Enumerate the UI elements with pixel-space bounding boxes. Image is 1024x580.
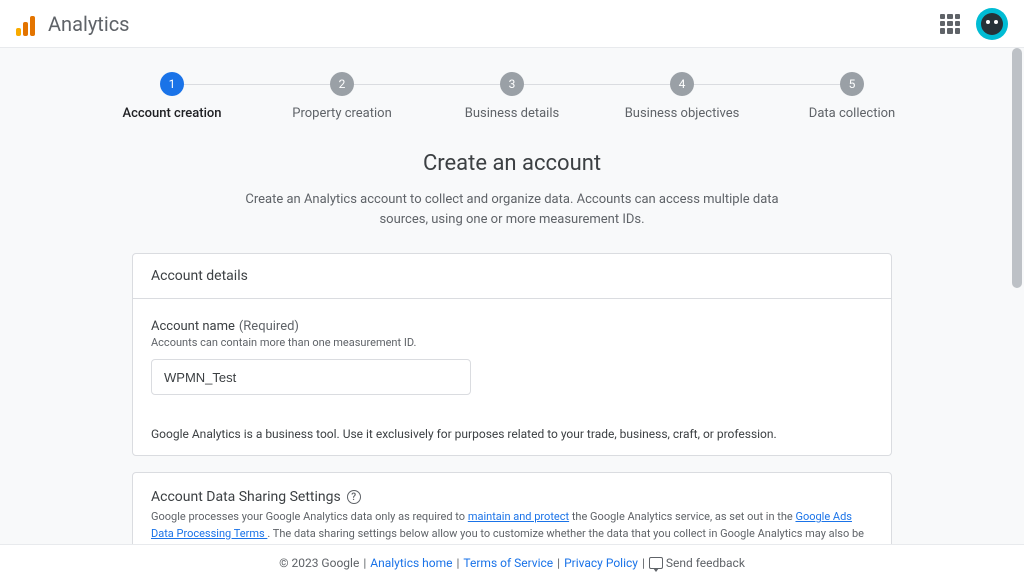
account-name-hint: Accounts can contain more than one measu… — [151, 336, 873, 349]
account-details-header: Account details — [133, 254, 891, 299]
analytics-logo-icon — [16, 12, 40, 36]
data-sharing-header: Account Data Sharing Settings — [151, 489, 341, 505]
step-property-creation: 2 Property creation — [257, 72, 427, 121]
maintain-protect-link[interactable]: maintain and protect — [468, 510, 569, 523]
privacy-policy-link[interactable]: Privacy Policy — [564, 556, 638, 570]
setup-stepper: 1 Account creation 2 Property creation 3… — [0, 48, 1024, 141]
apps-menu-icon[interactable] — [940, 14, 960, 34]
page-footer: © 2023 Google | Analytics home | Terms o… — [0, 544, 1024, 580]
page-title: Create an account — [0, 151, 1024, 176]
account-name-input[interactable] — [151, 359, 471, 395]
required-indicator: (Required) — [239, 319, 299, 334]
user-avatar[interactable] — [976, 8, 1008, 40]
analytics-home-link[interactable]: Analytics home — [370, 556, 452, 570]
data-sharing-description: Google processes your Google Analytics d… — [151, 509, 873, 544]
page-subtitle: Create an Analytics account to collect a… — [232, 190, 792, 229]
business-tool-disclaimer: Google Analytics is a business tool. Use… — [133, 411, 891, 455]
product-name: Analytics — [48, 12, 130, 36]
terms-of-service-link[interactable]: Terms of Service — [463, 556, 553, 570]
main-content: 1 Account creation 2 Property creation 3… — [0, 48, 1024, 544]
header-brand: Analytics — [16, 12, 130, 36]
data-sharing-card: Account Data Sharing Settings ? Google p… — [132, 472, 892, 544]
app-header: Analytics — [0, 0, 1024, 48]
header-actions — [940, 8, 1008, 40]
copyright-text: © 2023 Google — [279, 556, 359, 570]
send-feedback-button[interactable]: Send feedback — [649, 556, 745, 570]
step-business-objectives: 4 Business objectives — [597, 72, 767, 121]
step-account-creation[interactable]: 1 Account creation — [87, 72, 257, 121]
vertical-scrollbar[interactable] — [1010, 48, 1022, 544]
account-name-label: Account name — [151, 319, 235, 334]
feedback-icon — [649, 557, 663, 569]
help-icon[interactable]: ? — [347, 490, 361, 504]
step-business-details: 3 Business details — [427, 72, 597, 121]
account-details-card: Account details Account name (Required) … — [132, 253, 892, 456]
step-data-collection: 5 Data collection — [767, 72, 937, 121]
